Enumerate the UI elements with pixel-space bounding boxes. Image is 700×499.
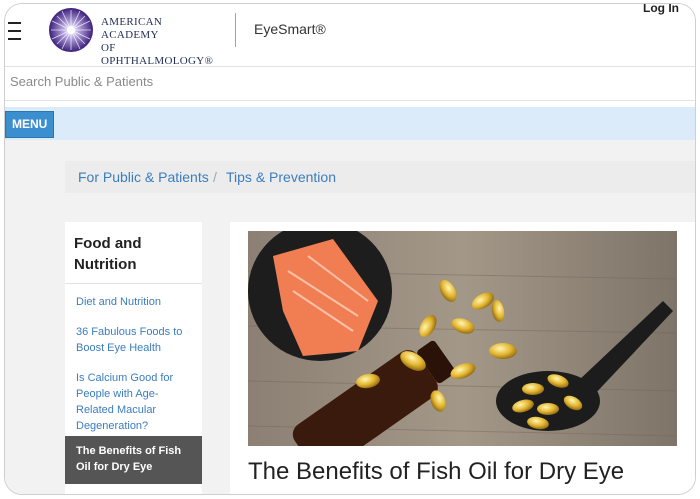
logo-line-1: AMERICAN ACADEMY (101, 16, 163, 41)
login-link[interactable]: Log In (643, 4, 679, 15)
fish-oil-hero-image (248, 231, 677, 446)
sidebar-title: Food and Nutrition (74, 235, 142, 273)
menu-bar: MENU (5, 107, 695, 140)
sidebar-item-fabulous-foods[interactable]: 36 Fabulous Foods to Boost Eye Health (76, 324, 196, 356)
menu-button[interactable]: MENU (5, 111, 55, 138)
aao-wordmark[interactable]: AMERICAN ACADEMY OF OPHTHALMOLOGY® (101, 16, 221, 68)
sidebar-item-diet-nutrition[interactable]: Diet and Nutrition (76, 294, 196, 310)
sidebar-item-calcium-amd[interactable]: Is Calcium Good for People with Age-Rela… (76, 370, 196, 434)
article-main: The Benefits of Fish Oil for Dry Eye (230, 222, 695, 494)
search-input[interactable] (10, 74, 610, 89)
site-header: AMERICAN ACADEMY OF OPHTHALMOLOGY® EyeSm… (5, 4, 695, 68)
browser-viewport: AMERICAN ACADEMY OF OPHTHALMOLOGY® EyeSm… (4, 3, 696, 495)
breadcrumb-public-patients[interactable]: For Public & Patients (78, 161, 209, 193)
breadcrumb: For Public & Patients / Tips & Preventio… (65, 161, 695, 193)
breadcrumb-separator: / (213, 169, 217, 185)
article-title: The Benefits of Fish Oil for Dry Eye (248, 458, 625, 485)
hamburger-menu-icon[interactable] (8, 22, 22, 44)
breadcrumb-tips-prevention[interactable]: Tips & Prevention (226, 161, 336, 193)
sidebar-item-fish-oil-active[interactable]: The Benefits of Fish Oil for Dry Eye (65, 436, 202, 484)
header-divider (235, 13, 236, 47)
eyesmart-brand-link[interactable]: EyeSmart® (254, 21, 326, 37)
sidebar-nav: Food and Nutrition Diet and Nutrition 36… (65, 222, 202, 494)
search-bar (5, 66, 695, 101)
aao-logo-icon[interactable] (48, 7, 94, 53)
sidebar-item-label: The Benefits of Fish Oil for Dry Eye (76, 445, 182, 473)
logo-line-2: OF OPHTHALMOLOGY® (101, 42, 214, 67)
sidebar-divider (65, 283, 202, 284)
